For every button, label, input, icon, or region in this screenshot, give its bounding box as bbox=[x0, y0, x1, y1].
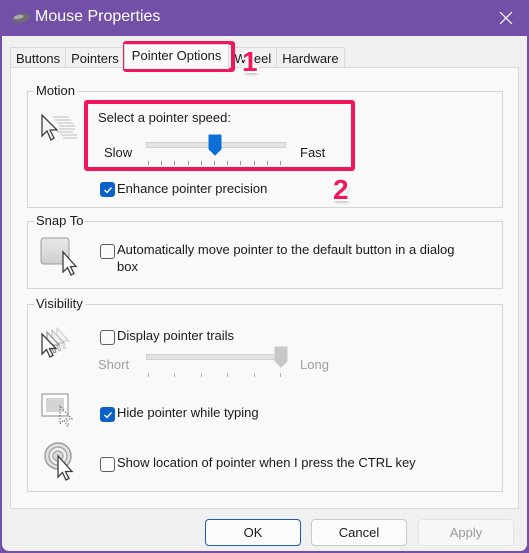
pointer-trails-tick bbox=[148, 373, 149, 377]
pointer-trails-thumb[interactable] bbox=[274, 346, 288, 368]
pointer-speed-icon bbox=[41, 114, 77, 141]
short-label: Short bbox=[98, 357, 130, 372]
show-location-label[interactable]: Show location of pointer when I press th… bbox=[117, 455, 416, 470]
snap-to-label-line2[interactable]: box bbox=[117, 259, 138, 274]
pointer-trails-tick bbox=[174, 373, 176, 377]
pointer-location-icon bbox=[44, 442, 74, 481]
tab-buttons[interactable]: Buttons bbox=[10, 47, 67, 68]
show-location-checkbox[interactable] bbox=[100, 457, 115, 472]
motion-group-label: Motion bbox=[34, 83, 78, 98]
highlight-pointer-speed bbox=[84, 100, 355, 171]
close-button[interactable] bbox=[483, 0, 529, 36]
checkmark-icon bbox=[104, 412, 113, 419]
pointer-trails-tick bbox=[280, 373, 281, 377]
tab-hardware[interactable]: Hardware bbox=[276, 47, 345, 68]
cancel-button[interactable]: Cancel bbox=[311, 519, 407, 546]
snap-to-label-line1[interactable]: Automatically move pointer to the defaul… bbox=[117, 242, 455, 257]
tab-strip: Buttons Pointers Pointer Options Wheel H… bbox=[10, 44, 345, 69]
ok-button[interactable]: OK bbox=[205, 519, 301, 546]
enhance-precision-label[interactable]: Enhance pointer precision bbox=[117, 181, 267, 196]
tab-pointers[interactable]: Pointers bbox=[65, 47, 125, 68]
tab-pointer-options[interactable]: Pointer Options bbox=[123, 44, 230, 69]
snap-to-checkbox[interactable] bbox=[100, 244, 115, 259]
pointer-trails-checkbox[interactable] bbox=[100, 330, 115, 345]
checkmark-icon bbox=[104, 187, 113, 194]
pointer-trails-tick bbox=[227, 373, 229, 377]
pointer-trails-tick bbox=[200, 373, 202, 377]
long-label: Long bbox=[300, 357, 329, 372]
mouse-icon bbox=[12, 13, 30, 23]
mouse-properties-window: Mouse Properties Buttons Pointers Pointe… bbox=[0, 0, 529, 553]
annotation-2: 2 bbox=[333, 174, 349, 205]
pointer-trails-icon bbox=[41, 326, 71, 358]
annotation-1: 1 bbox=[242, 46, 258, 77]
enhance-precision-checkbox[interactable] bbox=[100, 182, 115, 197]
hide-pointer-icon bbox=[41, 393, 74, 427]
snap-to-group: Snap To Automatically move pointer to th… bbox=[27, 213, 503, 289]
pointer-trails-label[interactable]: Display pointer trails bbox=[117, 328, 234, 343]
hide-while-typing-checkbox[interactable] bbox=[100, 407, 115, 422]
snap-to-icon bbox=[40, 237, 78, 276]
pointer-trails-track bbox=[146, 354, 282, 360]
pointer-trails-slider[interactable] bbox=[146, 346, 288, 379]
snap-to-group-label: Snap To bbox=[34, 213, 86, 228]
window-title: Mouse Properties bbox=[35, 8, 161, 25]
visibility-group-label: Visibility bbox=[34, 296, 85, 311]
pointer-trails-tick bbox=[253, 373, 255, 377]
close-icon bbox=[499, 11, 513, 25]
hide-while-typing-label[interactable]: Hide pointer while typing bbox=[117, 405, 259, 420]
title-bar: Mouse Properties bbox=[0, 0, 529, 36]
apply-button[interactable]: Apply bbox=[418, 519, 514, 546]
visibility-group: Visibility Display pointer trails Short … bbox=[27, 296, 503, 492]
